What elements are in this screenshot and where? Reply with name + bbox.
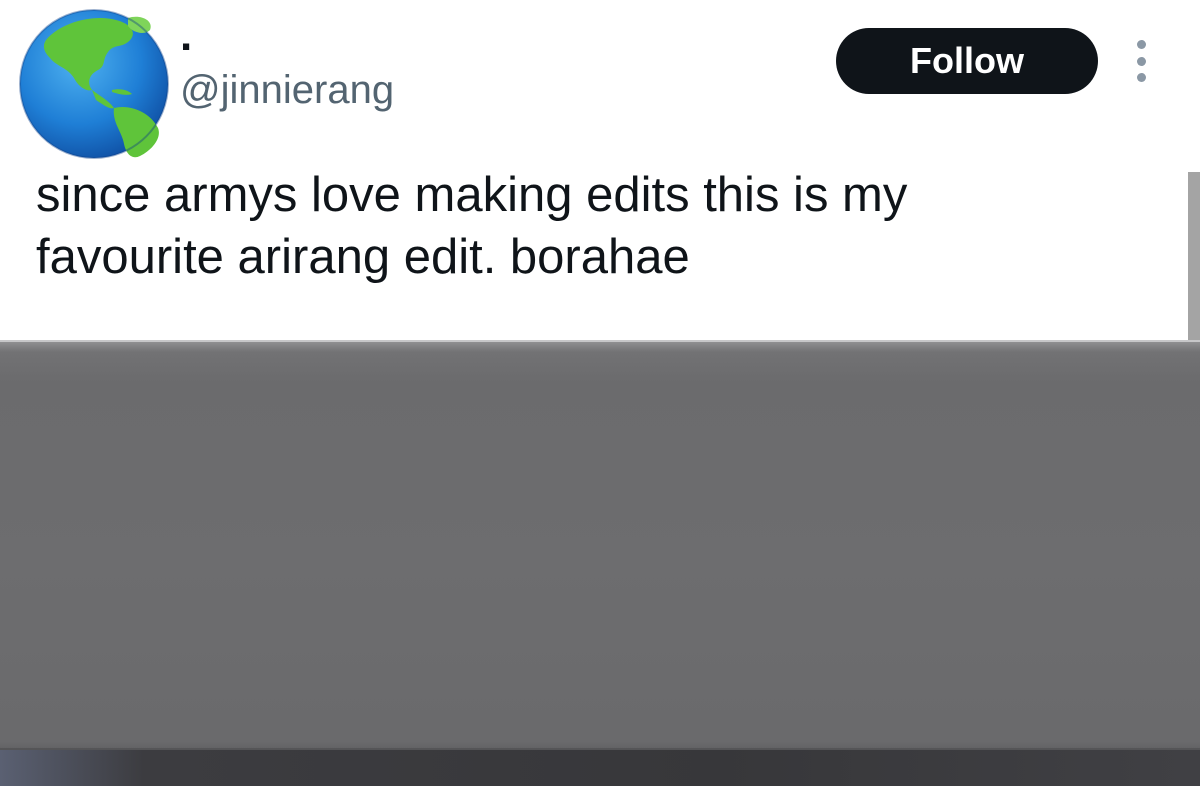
- more-dot: [1136, 40, 1146, 49]
- tweet-card: . @jinnierang Follow since armys love ma…: [0, 0, 1200, 786]
- more-options-icon[interactable]: [1126, 40, 1156, 82]
- globe-icon: [19, 9, 169, 159]
- avatar[interactable]: [16, 4, 176, 164]
- follow-button[interactable]: Follow: [836, 28, 1098, 94]
- tweet-media-image[interactable]: [0, 340, 1200, 786]
- display-name[interactable]: .: [180, 14, 192, 62]
- more-dot: [1136, 56, 1146, 66]
- tweet-text: since armys love making edits this is my…: [36, 164, 1136, 288]
- media-bottom-band: [0, 750, 1200, 786]
- tweet-text-line: favourite arirang edit. borahae: [36, 230, 690, 284]
- scrollbar[interactable]: [1188, 172, 1200, 344]
- user-handle[interactable]: @jinnierang: [180, 66, 394, 114]
- more-dot: [1136, 73, 1146, 82]
- tweet-text-line: since armys love making edits this is my: [36, 168, 908, 222]
